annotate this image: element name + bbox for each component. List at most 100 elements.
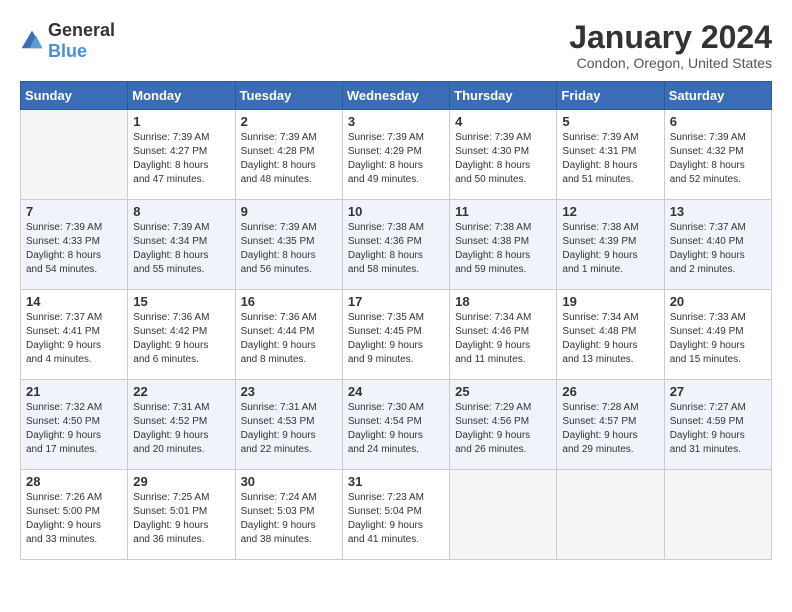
- day-info: Sunrise: 7:38 AM Sunset: 4:38 PM Dayligh…: [455, 221, 551, 277]
- day-info: Sunrise: 7:27 AM Sunset: 4:59 PM Dayligh…: [670, 401, 766, 457]
- calendar-day-cell: 11 Sunrise: 7:38 AM Sunset: 4:38 PM Dayli…: [450, 200, 557, 290]
- day-info: Sunrise: 7:38 AM Sunset: 4:36 PM Dayligh…: [348, 221, 444, 277]
- day-number: 12: [562, 204, 658, 219]
- day-number: 28: [26, 474, 122, 489]
- day-number: 9: [241, 204, 337, 219]
- calendar-week-row: 7 Sunrise: 7:39 AM Sunset: 4:33 PM Daylig…: [21, 200, 772, 290]
- calendar-day-cell: 7 Sunrise: 7:39 AM Sunset: 4:33 PM Daylig…: [21, 200, 128, 290]
- calendar-day-cell: 28 Sunrise: 7:26 AM Sunset: 5:00 PM Dayli…: [21, 470, 128, 560]
- day-number: 26: [562, 384, 658, 399]
- day-number: 11: [455, 204, 551, 219]
- day-info: Sunrise: 7:39 AM Sunset: 4:27 PM Dayligh…: [133, 131, 229, 187]
- day-info: Sunrise: 7:37 AM Sunset: 4:41 PM Dayligh…: [26, 311, 122, 367]
- day-number: 25: [455, 384, 551, 399]
- calendar-day-cell: 21Sunrise: 7:32 AM Sunset: 4:50 PM Dayli…: [21, 380, 128, 470]
- day-number: 16: [241, 294, 337, 309]
- calendar-day-cell: 14 Sunrise: 7:37 AM Sunset: 4:41 PM Dayli…: [21, 290, 128, 380]
- calendar-day-cell: 13 Sunrise: 7:37 AM Sunset: 4:40 PM Dayli…: [664, 200, 771, 290]
- day-info: Sunrise: 7:32 AM Sunset: 4:50 PM Dayligh…: [26, 401, 122, 457]
- day-info: Sunrise: 7:34 AM Sunset: 4:46 PM Dayligh…: [455, 311, 551, 367]
- day-info: Sunrise: 7:28 AM Sunset: 4:57 PM Dayligh…: [562, 401, 658, 457]
- location-text: Condon, Oregon, United States: [569, 55, 772, 71]
- month-title: January 2024: [569, 20, 772, 55]
- day-info: Sunrise: 7:39 AM Sunset: 4:33 PM Dayligh…: [26, 221, 122, 277]
- day-info: Sunrise: 7:39 AM Sunset: 4:30 PM Dayligh…: [455, 131, 551, 187]
- day-info: Sunrise: 7:36 AM Sunset: 4:42 PM Dayligh…: [133, 311, 229, 367]
- day-number: 20: [670, 294, 766, 309]
- day-info: Sunrise: 7:39 AM Sunset: 4:28 PM Dayligh…: [241, 131, 337, 187]
- calendar-day-cell: 24 Sunrise: 7:30 AM Sunset: 4:54 PM Dayli…: [342, 380, 449, 470]
- day-info: Sunrise: 7:37 AM Sunset: 4:40 PM Dayligh…: [670, 221, 766, 277]
- weekday-header-cell: Tuesday: [235, 82, 342, 110]
- day-number: 19: [562, 294, 658, 309]
- weekday-header-cell: Wednesday: [342, 82, 449, 110]
- calendar-day-cell: 20 Sunrise: 7:33 AM Sunset: 4:49 PM Dayli…: [664, 290, 771, 380]
- calendar-day-cell: 23 Sunrise: 7:31 AM Sunset: 4:53 PM Dayli…: [235, 380, 342, 470]
- day-info: Sunrise: 7:23 AM Sunset: 5:04 PM Dayligh…: [348, 491, 444, 547]
- day-info: Sunrise: 7:30 AM Sunset: 4:54 PM Dayligh…: [348, 401, 444, 457]
- calendar-week-row: 21Sunrise: 7:32 AM Sunset: 4:50 PM Dayli…: [21, 380, 772, 470]
- day-number: 15: [133, 294, 229, 309]
- day-number: 17: [348, 294, 444, 309]
- day-number: 8: [133, 204, 229, 219]
- day-number: 1: [133, 114, 229, 129]
- calendar-day-cell: 5 Sunrise: 7:39 AM Sunset: 4:31 PM Daylig…: [557, 110, 664, 200]
- day-number: 4: [455, 114, 551, 129]
- day-number: 22: [133, 384, 229, 399]
- day-number: 18: [455, 294, 551, 309]
- day-number: 5: [562, 114, 658, 129]
- day-number: 30: [241, 474, 337, 489]
- calendar-table: SundayMondayTuesdayWednesdayThursdayFrid…: [20, 81, 772, 560]
- title-block: January 2024 Condon, Oregon, United Stat…: [569, 20, 772, 71]
- calendar-day-cell: 22 Sunrise: 7:31 AM Sunset: 4:52 PM Dayli…: [128, 380, 235, 470]
- calendar-day-cell: [450, 470, 557, 560]
- calendar-day-cell: 29Sunrise: 7:25 AM Sunset: 5:01 PM Dayli…: [128, 470, 235, 560]
- day-number: 13: [670, 204, 766, 219]
- day-info: Sunrise: 7:35 AM Sunset: 4:45 PM Dayligh…: [348, 311, 444, 367]
- calendar-day-cell: 16 Sunrise: 7:36 AM Sunset: 4:44 PM Dayli…: [235, 290, 342, 380]
- day-info: Sunrise: 7:26 AM Sunset: 5:00 PM Dayligh…: [26, 491, 122, 547]
- calendar-day-cell: 2 Sunrise: 7:39 AM Sunset: 4:28 PM Daylig…: [235, 110, 342, 200]
- calendar-day-cell: 26 Sunrise: 7:28 AM Sunset: 4:57 PM Dayli…: [557, 380, 664, 470]
- calendar-day-cell: 3Sunrise: 7:39 AM Sunset: 4:29 PM Daylig…: [342, 110, 449, 200]
- day-info: Sunrise: 7:39 AM Sunset: 4:32 PM Dayligh…: [670, 131, 766, 187]
- day-number: 24: [348, 384, 444, 399]
- calendar-day-cell: 8Sunrise: 7:39 AM Sunset: 4:34 PM Daylig…: [128, 200, 235, 290]
- calendar-day-cell: 10 Sunrise: 7:38 AM Sunset: 4:36 PM Dayli…: [342, 200, 449, 290]
- weekday-header-cell: Sunday: [21, 82, 128, 110]
- day-info: Sunrise: 7:36 AM Sunset: 4:44 PM Dayligh…: [241, 311, 337, 367]
- day-info: Sunrise: 7:25 AM Sunset: 5:01 PM Dayligh…: [133, 491, 229, 547]
- day-number: 2: [241, 114, 337, 129]
- weekday-header-cell: Saturday: [664, 82, 771, 110]
- day-info: Sunrise: 7:34 AM Sunset: 4:48 PM Dayligh…: [562, 311, 658, 367]
- calendar-day-cell: 27Sunrise: 7:27 AM Sunset: 4:59 PM Dayli…: [664, 380, 771, 470]
- day-number: 6: [670, 114, 766, 129]
- weekday-header-row: SundayMondayTuesdayWednesdayThursdayFrid…: [21, 82, 772, 110]
- calendar-day-cell: 12Sunrise: 7:38 AM Sunset: 4:39 PM Dayli…: [557, 200, 664, 290]
- calendar-day-cell: 30 Sunrise: 7:24 AM Sunset: 5:03 PM Dayli…: [235, 470, 342, 560]
- day-info: Sunrise: 7:33 AM Sunset: 4:49 PM Dayligh…: [670, 311, 766, 367]
- day-number: 23: [241, 384, 337, 399]
- day-info: Sunrise: 7:24 AM Sunset: 5:03 PM Dayligh…: [241, 491, 337, 547]
- calendar-day-cell: [557, 470, 664, 560]
- day-info: Sunrise: 7:39 AM Sunset: 4:31 PM Dayligh…: [562, 131, 658, 187]
- day-info: Sunrise: 7:39 AM Sunset: 4:35 PM Dayligh…: [241, 221, 337, 277]
- calendar-day-cell: 19 Sunrise: 7:34 AM Sunset: 4:48 PM Dayli…: [557, 290, 664, 380]
- calendar-day-cell: 17 Sunrise: 7:35 AM Sunset: 4:45 PM Dayli…: [342, 290, 449, 380]
- calendar-day-cell: 25 Sunrise: 7:29 AM Sunset: 4:56 PM Dayli…: [450, 380, 557, 470]
- page-header: General Blue January 2024 Condon, Oregon…: [20, 20, 772, 71]
- calendar-week-row: 28 Sunrise: 7:26 AM Sunset: 5:00 PM Dayli…: [21, 470, 772, 560]
- day-info: Sunrise: 7:39 AM Sunset: 4:29 PM Dayligh…: [348, 131, 444, 187]
- logo: General Blue: [20, 20, 115, 62]
- calendar-day-cell: [21, 110, 128, 200]
- day-info: Sunrise: 7:31 AM Sunset: 4:53 PM Dayligh…: [241, 401, 337, 457]
- day-number: 7: [26, 204, 122, 219]
- day-info: Sunrise: 7:29 AM Sunset: 4:56 PM Dayligh…: [455, 401, 551, 457]
- day-number: 14: [26, 294, 122, 309]
- day-info: Sunrise: 7:31 AM Sunset: 4:52 PM Dayligh…: [133, 401, 229, 457]
- calendar-day-cell: 31 Sunrise: 7:23 AM Sunset: 5:04 PM Dayli…: [342, 470, 449, 560]
- day-number: 10: [348, 204, 444, 219]
- calendar-week-row: 1 Sunrise: 7:39 AM Sunset: 4:27 PM Daylig…: [21, 110, 772, 200]
- calendar-day-cell: 9 Sunrise: 7:39 AM Sunset: 4:35 PM Daylig…: [235, 200, 342, 290]
- day-number: 31: [348, 474, 444, 489]
